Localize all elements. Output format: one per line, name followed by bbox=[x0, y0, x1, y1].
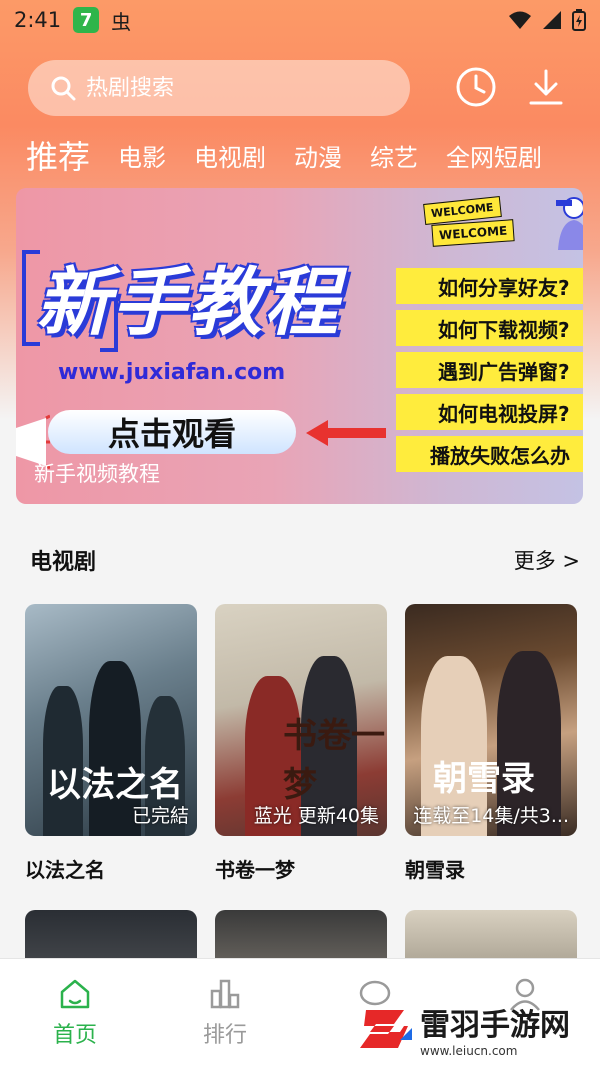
nav-label: 排行 bbox=[202, 1023, 247, 1048]
home-icon bbox=[60, 979, 90, 1009]
show-card[interactable]: 书卷一梦 蓝光 更新40集 书卷一梦 bbox=[215, 604, 387, 883]
more-link[interactable]: 更多 > bbox=[514, 545, 580, 575]
download-icon[interactable] bbox=[525, 66, 567, 108]
battery-icon bbox=[572, 9, 586, 31]
nav-label: 首页 bbox=[52, 1023, 97, 1048]
wifi-icon bbox=[509, 11, 531, 29]
faq-item: 如何下载视频? bbox=[396, 310, 583, 346]
banner-url: www.juxiafan.com bbox=[58, 360, 286, 385]
faq-list: 如何分享好友? 如何下载视频? 遇到广告弹窗? 如何电视投屏? 播放失败怎么办 bbox=[396, 268, 583, 478]
search-bar[interactable] bbox=[28, 60, 410, 116]
faq-item: 遇到广告弹窗? bbox=[396, 352, 583, 388]
search-input[interactable] bbox=[86, 75, 386, 101]
faq-item: 如何分享好友? bbox=[396, 268, 583, 304]
banner-title: 新手教程 bbox=[36, 260, 340, 346]
nav-ranking[interactable]: 排行 bbox=[175, 977, 275, 1066]
cellular-signal-icon bbox=[543, 11, 561, 29]
tab-tv-series[interactable]: 电视剧 bbox=[194, 138, 266, 173]
status-indicators bbox=[508, 9, 586, 31]
tab-movies[interactable]: 电影 bbox=[118, 138, 166, 173]
faq-item: 播放失败怎么办 bbox=[396, 436, 583, 472]
category-tabs: 推荐 电影 电视剧 动漫 综艺 全网短剧 bbox=[0, 130, 600, 180]
banner-caption: 新手视频教程 bbox=[34, 462, 160, 486]
status-time: 2:41 bbox=[14, 8, 62, 32]
section-header: 电视剧 更多 > bbox=[30, 540, 580, 580]
arrow-left-icon bbox=[306, 420, 386, 446]
ranking-icon bbox=[210, 979, 240, 1009]
history-clock-icon[interactable] bbox=[455, 66, 497, 108]
poster-title-art: 书卷一梦 bbox=[283, 716, 385, 805]
show-title[interactable]: 书卷一梦 bbox=[215, 854, 387, 883]
debug-icon: 虫 bbox=[111, 9, 132, 34]
tab-recommend[interactable]: 推荐 bbox=[26, 132, 90, 178]
tutorial-banner[interactable]: 新手教程 www.juxiafan.com 点击观看 新手视频教程 WELCOM… bbox=[16, 188, 583, 504]
watermark-url: www.leiucn.com bbox=[420, 1044, 518, 1058]
section-title: 电视剧 bbox=[30, 550, 97, 575]
poster-title-art: 朝雪录 bbox=[433, 759, 535, 799]
watch-now-button[interactable]: 点击观看 bbox=[48, 410, 296, 454]
app-notification-icon: 7 bbox=[73, 7, 100, 33]
tab-short-drama[interactable]: 全网短剧 bbox=[446, 138, 542, 173]
show-title[interactable]: 以法之名 bbox=[25, 854, 197, 883]
show-card[interactable]: 朝雪录 连载至14集/共3... 朝雪录 bbox=[405, 604, 577, 883]
show-poster[interactable]: 书卷一梦 蓝光 更新40集 bbox=[215, 604, 387, 836]
show-poster[interactable]: 朝雪录 连载至14集/共3... bbox=[405, 604, 577, 836]
nav-home[interactable]: 首页 bbox=[25, 977, 125, 1066]
show-poster[interactable]: 以法之名 已完結 bbox=[25, 604, 197, 836]
faq-item: 如何电视投屏? bbox=[396, 394, 583, 430]
poster-title-art: 以法之名 bbox=[47, 765, 183, 805]
search-icon bbox=[51, 76, 76, 101]
watermark-name: 雷羽手游网 bbox=[420, 1008, 570, 1043]
show-card[interactable]: 以法之名 已完結 以法之名 bbox=[25, 604, 197, 883]
show-grid: 以法之名 已完結 以法之名 书卷一梦 蓝光 更新40集 书卷一梦 朝雪录 连载至… bbox=[25, 604, 577, 883]
mascot-illustration bbox=[556, 197, 583, 250]
status-bar: 2:41 7 虫 bbox=[0, 0, 600, 40]
status-badge: 蓝光 更新40集 bbox=[253, 805, 379, 827]
watermark-text: 雷羽手游网 www.leiucn.com bbox=[420, 1000, 570, 1058]
status-badge: 连载至14集/共3... bbox=[413, 805, 569, 827]
site-watermark: 雷羽手游网 www.leiucn.com bbox=[356, 996, 596, 1062]
watermark-logo bbox=[360, 1010, 412, 1048]
show-title[interactable]: 朝雪录 bbox=[405, 854, 577, 883]
tab-variety[interactable]: 综艺 bbox=[370, 138, 418, 173]
status-badge: 已完結 bbox=[131, 805, 189, 827]
tab-anime[interactable]: 动漫 bbox=[294, 138, 342, 173]
welcome-sign: WELCOME bbox=[431, 219, 515, 247]
